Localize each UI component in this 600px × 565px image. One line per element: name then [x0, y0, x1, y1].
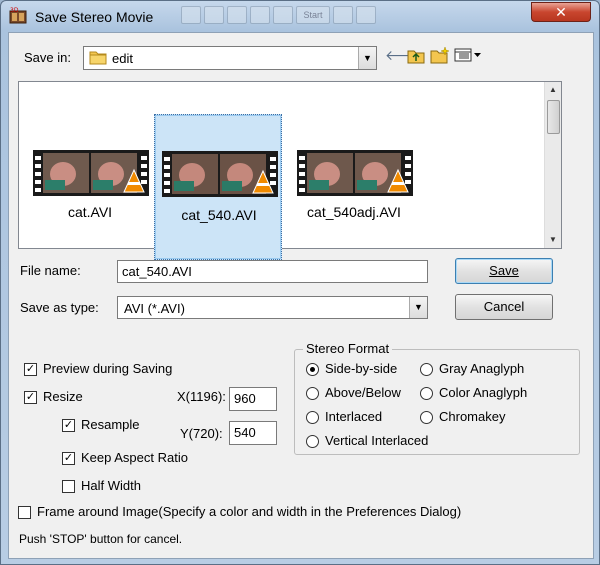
x-size-label: X(1196): — [177, 389, 226, 404]
radio-vertical-interlaced[interactable] — [306, 435, 319, 448]
vertical-interlaced-label: Vertical Interlaced — [325, 433, 429, 448]
save-in-folder: edit — [112, 51, 133, 66]
preview-label: Preview during Saving — [43, 361, 173, 376]
x-size-input[interactable]: 960 — [229, 387, 277, 411]
file-item[interactable]: cat_540adj.AVI — [290, 82, 418, 227]
video-thumbnail — [297, 150, 413, 196]
y-size-input[interactable]: 540 — [229, 421, 277, 445]
chromakey-label: Chromakey — [439, 409, 506, 424]
title-bar[interactable]: 3D Save Stereo Movie Start ✕ — [1, 1, 599, 31]
file-name-input[interactable]: cat_540.AVI — [117, 260, 428, 283]
color-anaglyph-label: Color Anaglyph — [439, 385, 528, 400]
video-thumbnail — [33, 150, 149, 196]
side-by-side-label: Side-by-side — [325, 361, 398, 376]
back-arrow-icon[interactable]: 🡐 — [385, 46, 423, 64]
file-name-label: cat_540adj.AVI — [307, 204, 401, 220]
dialog-body: Save in: edit ▼ 🡐 cat.AVI cat_540.AVI ca… — [8, 32, 594, 559]
chevron-down-icon[interactable]: ▼ — [409, 297, 427, 318]
file-name-label: cat_540.AVI — [181, 207, 257, 223]
interlaced-label: Interlaced — [325, 409, 383, 424]
scroll-down-arrow-icon[interactable]: ▼ — [545, 232, 561, 248]
window-title: Save Stereo Movie — [35, 9, 154, 25]
save-as-type-label: Save as type: — [20, 300, 99, 315]
svg-text:3D: 3D — [10, 7, 19, 14]
view-menu-icon[interactable] — [454, 47, 482, 63]
new-folder-icon[interactable] — [430, 46, 450, 64]
file-list[interactable]: cat.AVI cat_540.AVI cat_540adj.AVI ▲ ▼ — [18, 81, 562, 260]
file-name-label: cat.AVI — [67, 204, 113, 220]
save-in-label: Save in: — [24, 50, 71, 65]
save-in-combo[interactable]: edit ▼ — [83, 46, 377, 70]
keep-aspect-label: Keep Aspect Ratio — [81, 450, 188, 465]
save-button[interactable]: Save — [455, 258, 553, 284]
scrollbar-thumb[interactable] — [547, 100, 560, 134]
radio-interlaced[interactable] — [306, 411, 319, 424]
cancel-button[interactable]: Cancel — [455, 294, 553, 320]
save-as-type-combo[interactable]: AVI (*.AVI) ▼ — [117, 296, 428, 319]
radio-above-below[interactable] — [306, 387, 319, 400]
up-folder-icon[interactable] — [407, 48, 425, 64]
above-below-label: Above/Below — [325, 385, 401, 400]
keep-aspect-checkbox[interactable]: ✓ — [62, 452, 75, 465]
resize-checkbox[interactable]: ✓ — [24, 391, 37, 404]
file-item-selected[interactable]: cat_540.AVI — [154, 114, 282, 260]
app-icon: 3D — [9, 7, 27, 24]
radio-gray-anaglyph[interactable] — [420, 363, 433, 376]
radio-side-by-side[interactable] — [306, 363, 319, 376]
background-toolbar-ghost: Start — [181, 6, 376, 24]
status-text: Push 'STOP' button for cancel. — [19, 532, 183, 546]
close-button[interactable]: ✕ — [531, 2, 591, 22]
file-item[interactable]: cat.AVI — [26, 82, 154, 227]
gray-anaglyph-label: Gray Anaglyph — [439, 361, 525, 376]
scroll-up-arrow-icon[interactable]: ▲ — [545, 82, 561, 98]
half-width-label: Half Width — [81, 478, 141, 493]
radio-chromakey[interactable] — [420, 411, 433, 424]
resample-label: Resample — [81, 417, 140, 432]
resize-label: Resize — [43, 389, 83, 404]
chevron-down-icon[interactable]: ▼ — [358, 47, 376, 69]
radio-color-anaglyph[interactable] — [420, 387, 433, 400]
frame-around-image-label: Frame around Image(Specify a color and w… — [37, 504, 462, 519]
file-name-label: File name: — [20, 263, 81, 278]
preview-checkbox[interactable]: ✓ — [24, 363, 37, 376]
stereo-format-legend: Stereo Format — [303, 341, 393, 356]
folder-icon — [89, 51, 107, 65]
save-stereo-movie-dialog: 3D Save Stereo Movie Start ✕ Save in: ed… — [0, 0, 600, 565]
half-width-checkbox[interactable] — [62, 480, 75, 493]
file-list-scrollbar[interactable]: ▲ ▼ — [544, 82, 561, 248]
resample-checkbox[interactable]: ✓ — [62, 419, 75, 432]
video-thumbnail — [162, 151, 278, 197]
save-as-type-value: AVI (*.AVI) — [124, 301, 185, 316]
frame-around-image-checkbox[interactable] — [18, 506, 31, 519]
close-icon: ✕ — [555, 4, 567, 20]
stereo-format-group: Stereo Format Side-by-side Gray Anaglyph… — [294, 341, 580, 455]
y-size-label: Y(720): — [180, 426, 223, 441]
